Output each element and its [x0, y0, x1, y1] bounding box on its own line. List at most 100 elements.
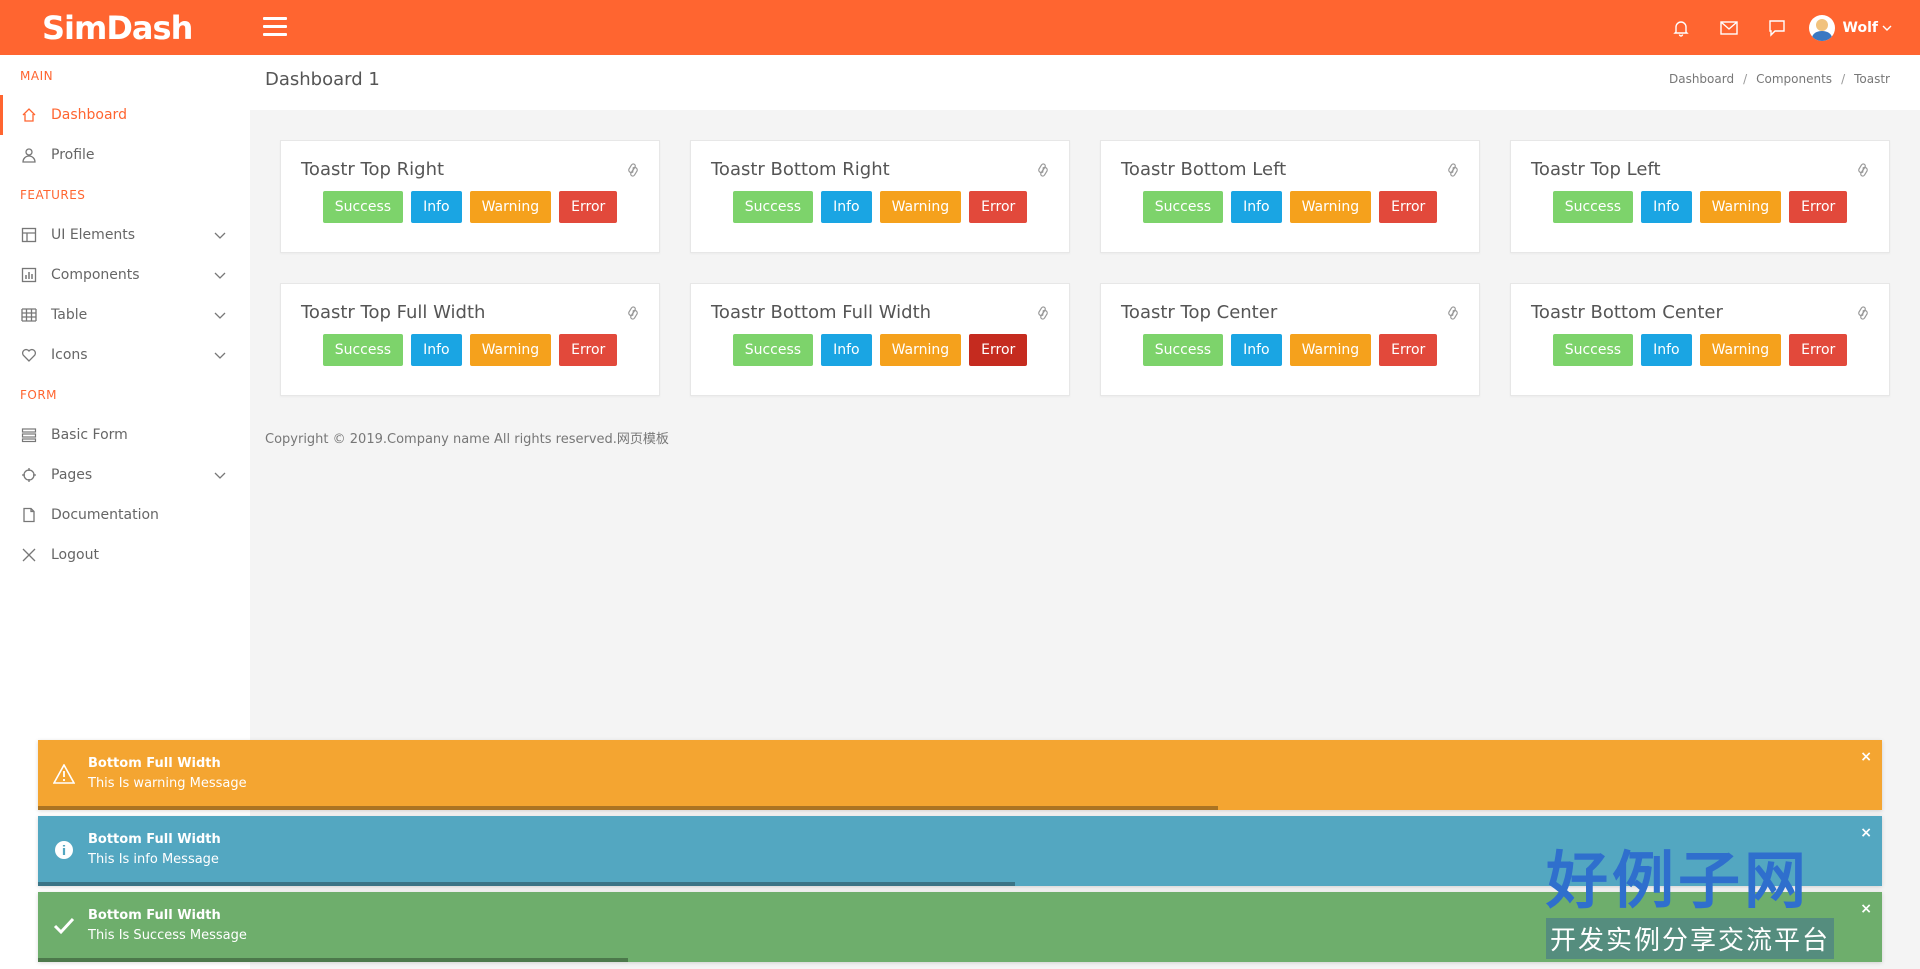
- card-title: Toastr Top Left: [1531, 159, 1661, 180]
- toastr-card: Toastr Bottom Right Success Info Warning Err…: [690, 140, 1070, 253]
- list-icon: [20, 426, 38, 444]
- sidebar-section-features: FEATURES: [20, 188, 86, 202]
- chevron-down-icon: [214, 468, 226, 484]
- warning-button[interactable]: Warning: [1699, 334, 1782, 366]
- user-menu[interactable]: Wolf: [1808, 14, 1892, 41]
- toastr-card: Toastr Top Right Success Info Warning Error: [280, 140, 660, 253]
- sidebar-item-icons[interactable]: Icons: [0, 335, 250, 375]
- chart-icon: [20, 266, 38, 284]
- success-button[interactable]: Success: [1142, 191, 1224, 223]
- warning-button[interactable]: Warning: [469, 191, 552, 223]
- top-navbar: SimDash Wolf: [0, 0, 1920, 55]
- link-icon[interactable]: [627, 162, 639, 177]
- bell-icon[interactable]: [1657, 0, 1705, 55]
- breadcrumb-components[interactable]: Components: [1756, 72, 1832, 86]
- warning-button[interactable]: Warning: [1289, 334, 1372, 366]
- error-button[interactable]: Error: [1379, 334, 1438, 366]
- warning-button[interactable]: Warning: [1699, 191, 1782, 223]
- toast-warning: Bottom Full Width This Is warning Messag…: [38, 740, 1882, 810]
- info-button[interactable]: Info: [821, 191, 872, 223]
- success-button[interactable]: Success: [1552, 334, 1634, 366]
- info-icon: [52, 838, 76, 862]
- info-button[interactable]: Info: [1231, 334, 1282, 366]
- sidebar-item-label: UI Elements: [51, 227, 136, 243]
- chevron-down-icon: [214, 228, 226, 244]
- link-icon[interactable]: [1037, 305, 1049, 320]
- error-button[interactable]: Error: [1789, 334, 1848, 366]
- link-icon[interactable]: [1857, 305, 1869, 320]
- card-title: Toastr Top Full Width: [301, 302, 486, 323]
- chevron-down-icon: [214, 268, 226, 284]
- chevron-down-icon: [214, 308, 226, 324]
- success-button[interactable]: Success: [1552, 191, 1634, 223]
- card-title: Toastr Top Right: [301, 159, 445, 180]
- warning-button[interactable]: Warning: [1289, 191, 1372, 223]
- link-icon[interactable]: [1857, 162, 1869, 177]
- sidebar-item-table[interactable]: Table: [0, 295, 250, 335]
- sidebar-item-label: Pages: [51, 467, 93, 483]
- info-button[interactable]: Info: [1641, 191, 1692, 223]
- sidebar-item-label: Dashboard: [51, 107, 127, 123]
- breadcrumb-dashboard[interactable]: Dashboard: [1669, 72, 1734, 86]
- close-icon[interactable]: ×: [1860, 902, 1872, 916]
- logo-text: SimDash: [42, 8, 193, 47]
- success-button[interactable]: Success: [322, 191, 404, 223]
- warning-button[interactable]: Warning: [469, 334, 552, 366]
- sidebar-item-components[interactable]: Components: [0, 255, 250, 295]
- sidebar-item-basic-form[interactable]: Basic Form: [0, 415, 250, 455]
- warning-button[interactable]: Warning: [879, 191, 962, 223]
- info-button[interactable]: Info: [821, 334, 872, 366]
- toastr-card: Toastr Top Full Width Success Info Warning E…: [280, 283, 660, 396]
- success-button[interactable]: Success: [732, 334, 814, 366]
- success-button[interactable]: Success: [322, 334, 404, 366]
- info-button[interactable]: Info: [1641, 334, 1692, 366]
- chat-icon[interactable]: [1753, 0, 1801, 55]
- error-button[interactable]: Error: [1789, 191, 1848, 223]
- link-icon[interactable]: [1447, 305, 1459, 320]
- user-icon: [20, 146, 38, 164]
- error-button[interactable]: Error: [969, 334, 1028, 366]
- close-icon[interactable]: ×: [1860, 750, 1872, 764]
- breadcrumb: Dashboard / Components / Toastr: [1668, 72, 1890, 86]
- card-title: Toastr Bottom Center: [1531, 302, 1723, 323]
- info-button[interactable]: Info: [411, 334, 462, 366]
- chevron-down-icon: [1882, 20, 1892, 36]
- link-icon[interactable]: [1037, 162, 1049, 177]
- menu-toggle-button[interactable]: [263, 17, 287, 37]
- warning-button[interactable]: Warning: [879, 334, 962, 366]
- error-button[interactable]: Error: [969, 191, 1028, 223]
- card-title: Toastr Bottom Right: [711, 159, 890, 180]
- error-button[interactable]: Error: [1379, 191, 1438, 223]
- link-icon[interactable]: [1447, 162, 1459, 177]
- sidebar-item-ui-elements[interactable]: UI Elements: [0, 215, 250, 255]
- success-button[interactable]: Success: [732, 191, 814, 223]
- sidebar-item-logout[interactable]: Logout: [0, 535, 250, 575]
- toast-progress: [38, 882, 1016, 886]
- sidebar-item-pages[interactable]: Pages: [0, 455, 250, 495]
- close-icon[interactable]: ×: [1860, 826, 1872, 840]
- sidebar-item-dashboard[interactable]: Dashboard: [0, 95, 250, 135]
- mail-icon[interactable]: [1705, 0, 1753, 55]
- toastr-card: Toastr Bottom Full Width Success Info Warni…: [690, 283, 1070, 396]
- error-button[interactable]: Error: [559, 334, 618, 366]
- sidebar-item-profile[interactable]: Profile: [0, 135, 250, 175]
- sidebar-item-label: Table: [51, 307, 88, 323]
- app-logo[interactable]: SimDash: [42, 4, 193, 51]
- toast-title: Bottom Full Width: [88, 756, 221, 771]
- avatar: [1808, 14, 1835, 41]
- info-button[interactable]: Info: [411, 191, 462, 223]
- info-button[interactable]: Info: [1231, 191, 1282, 223]
- layout-icon: [20, 226, 38, 244]
- sidebar-item-documentation[interactable]: Documentation: [0, 495, 250, 535]
- heart-icon: [20, 346, 38, 364]
- sidebar-item-label: Logout: [51, 547, 99, 563]
- link-icon[interactable]: [627, 305, 639, 320]
- sidebar-item-label: Profile: [51, 147, 95, 163]
- sidebar-item-label: Components: [51, 267, 140, 283]
- error-button[interactable]: Error: [559, 191, 618, 223]
- success-button[interactable]: Success: [1142, 334, 1224, 366]
- card-title: Toastr Top Center: [1121, 302, 1278, 323]
- close-icon: [20, 546, 38, 564]
- toast-title: Bottom Full Width: [88, 908, 221, 923]
- chevron-down-icon: [214, 348, 226, 364]
